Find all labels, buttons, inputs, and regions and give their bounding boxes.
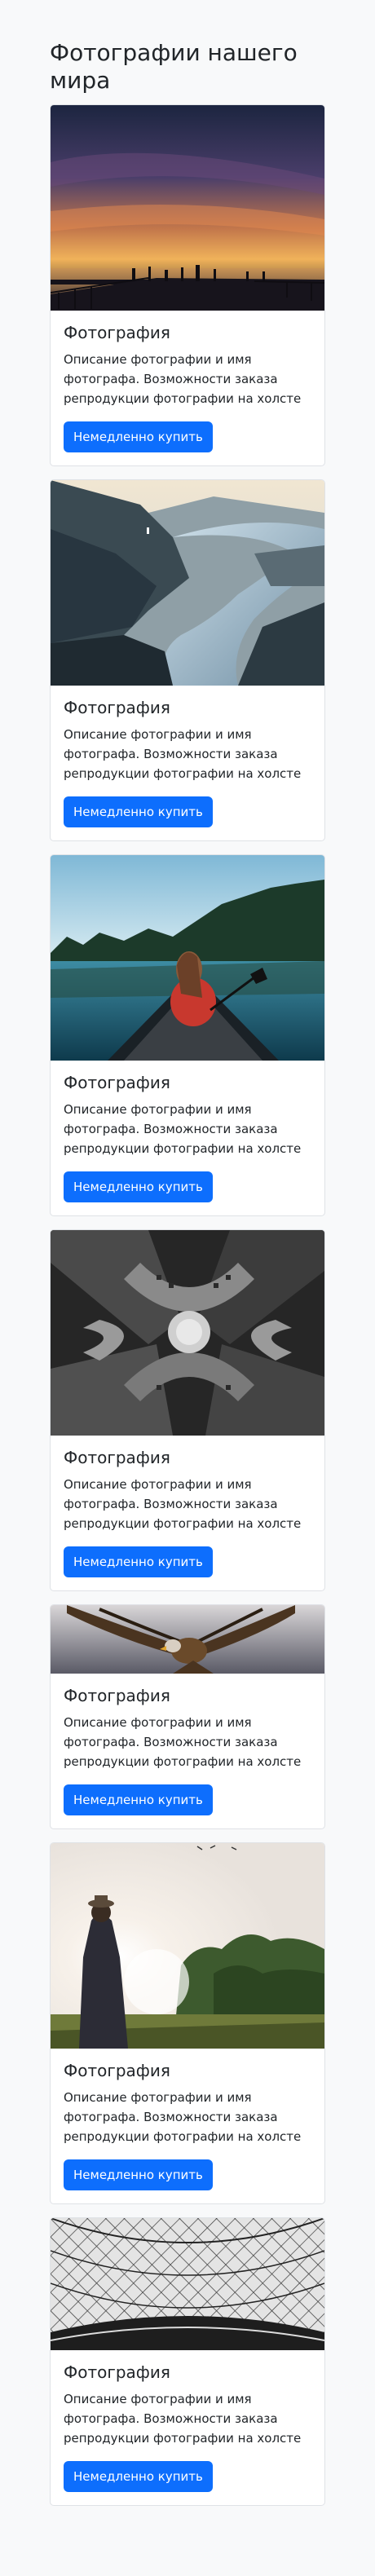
buy-now-button[interactable]: Немедленно купить [64, 2159, 213, 2190]
card-text: Описание фотографии и имя фотографа. Воз… [64, 2090, 302, 2144]
sunset-pier-photo [51, 105, 324, 311]
card-text: Описание фотографии и имя фотографа. Воз… [64, 1102, 302, 1156]
buy-now-button[interactable]: Немедленно купить [64, 1784, 213, 1815]
card-title: Фотография [64, 2362, 170, 2382]
card-text: Описание фотографии и имя фотографа. Воз… [64, 727, 302, 781]
card-text: Описание фотографии и имя фотографа. Воз… [64, 2392, 302, 2446]
eagle-photo [51, 1605, 324, 1674]
card-title: Фотография [64, 2061, 170, 2080]
card-text: Описание фотографии и имя фотографа. Воз… [64, 1477, 302, 1531]
card-text: Описание фотографии и имя фотографа. Воз… [64, 352, 302, 406]
photo-card: Фотография Описание фотографии и имя фот… [50, 2217, 325, 2506]
card-body: Фотография Описание фотографии и имя фот… [51, 1061, 324, 1215]
card-title: Фотография [64, 1448, 170, 1467]
card-body: Фотография Описание фотографии и имя фот… [51, 2350, 324, 2505]
card-text: Описание фотографии и имя фотографа. Воз… [64, 1715, 302, 1769]
card-body: Фотография Описание фотографии и имя фот… [51, 686, 324, 840]
main-container: Фотографии нашего мира Фотография Описан… [50, 0, 325, 2506]
fjord-cliff-photo [51, 480, 324, 686]
photo-card: Фотография Описание фотографии и имя фот… [50, 479, 325, 841]
man-sunlight-photo [51, 1843, 324, 2049]
card-body: Фотография Описание фотографии и имя фот… [51, 1436, 324, 1590]
photo-card: Фотография Описание фотографии и имя фот… [50, 104, 325, 466]
buy-now-button[interactable]: Немедленно купить [64, 1546, 213, 1577]
glass-dome-photo [51, 2218, 324, 2350]
arches-bw-photo [51, 1230, 324, 1436]
card-title: Фотография [64, 1073, 170, 1092]
card-title: Фотография [64, 1686, 170, 1705]
buy-now-button[interactable]: Немедленно купить [64, 2461, 213, 2492]
buy-now-button[interactable]: Немедленно купить [64, 421, 213, 452]
card-title: Фотография [64, 698, 170, 717]
photo-card: Фотография Описание фотографии и имя фот… [50, 1604, 325, 1829]
photo-card: Фотография Описание фотографии и имя фот… [50, 854, 325, 1216]
buy-now-button[interactable]: Немедленно купить [64, 1171, 213, 1202]
photo-card: Фотография Описание фотографии и имя фот… [50, 1842, 325, 2204]
canoe-lake-photo [51, 855, 324, 1061]
card-body: Фотография Описание фотографии и имя фот… [51, 1674, 324, 1828]
page-title: Фотографии нашего мира [50, 39, 298, 94]
buy-now-button[interactable]: Немедленно купить [64, 796, 213, 827]
photo-card: Фотография Описание фотографии и имя фот… [50, 1229, 325, 1591]
card-body: Фотография Описание фотографии и имя фот… [51, 311, 324, 465]
card-body: Фотография Описание фотографии и имя фот… [51, 2049, 324, 2203]
card-title: Фотография [64, 323, 170, 342]
